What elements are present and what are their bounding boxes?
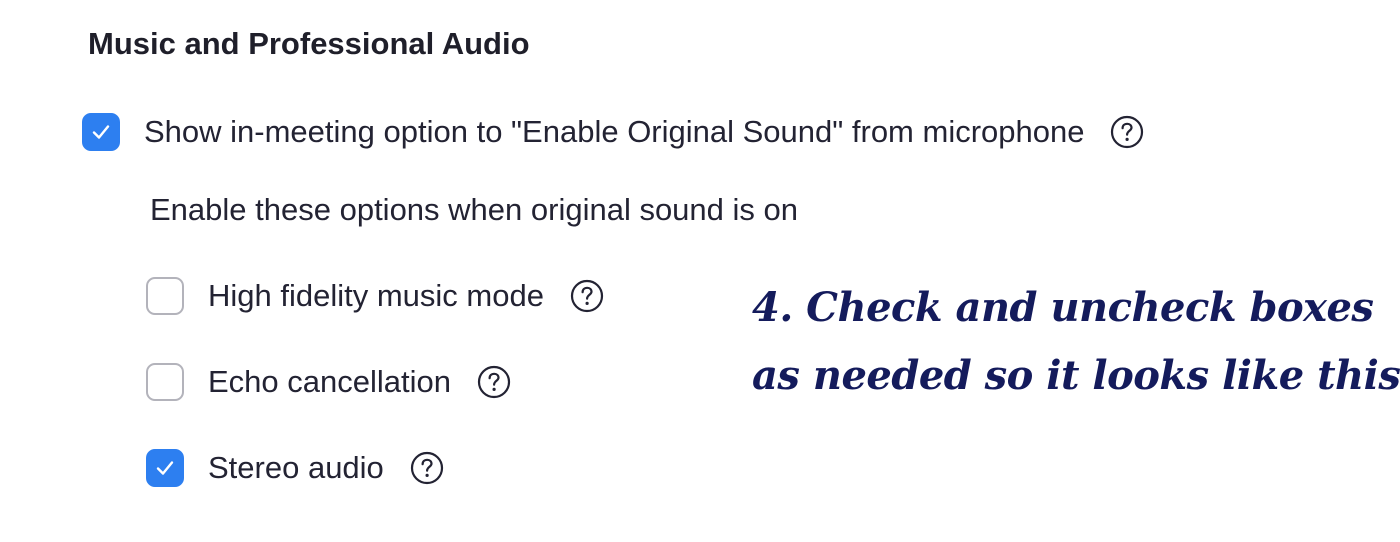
high-fidelity-music-mode-checkbox[interactable] [146, 277, 184, 315]
sub-options-heading: Enable these options when original sound… [150, 192, 799, 227]
original-sound-checkbox[interactable] [82, 113, 120, 151]
high-fidelity-music-mode-option[interactable]: High fidelity music mode [146, 277, 604, 315]
echo-cancellation-label: Echo cancellation [208, 364, 451, 399]
annotation-line-1: 4. Check and uncheck boxes [752, 284, 1374, 331]
section-title: Music and Professional Audio [88, 26, 530, 61]
original-sound-label: Show in-meeting option to "Enable Origin… [144, 114, 1085, 149]
stereo-audio-checkbox[interactable] [146, 449, 184, 487]
question-circle-icon[interactable] [570, 279, 604, 313]
echo-cancellation-option[interactable]: Echo cancellation [146, 363, 511, 401]
high-fidelity-music-mode-label: High fidelity music mode [208, 278, 544, 313]
stereo-audio-label: Stereo audio [208, 450, 384, 485]
annotation-line-2: as needed so it looks like this. [752, 352, 1400, 399]
original-sound-option[interactable]: Show in-meeting option to "Enable Origin… [82, 113, 1144, 151]
question-circle-icon[interactable] [1110, 115, 1144, 149]
instruction-annotation: 4. Check and uncheck boxes as needed so … [752, 274, 1400, 410]
question-circle-icon[interactable] [477, 365, 511, 399]
stereo-audio-option[interactable]: Stereo audio [146, 449, 444, 487]
question-circle-icon[interactable] [410, 451, 444, 485]
checkmark-icon [156, 461, 174, 475]
checkmark-icon [92, 125, 110, 139]
echo-cancellation-checkbox[interactable] [146, 363, 184, 401]
